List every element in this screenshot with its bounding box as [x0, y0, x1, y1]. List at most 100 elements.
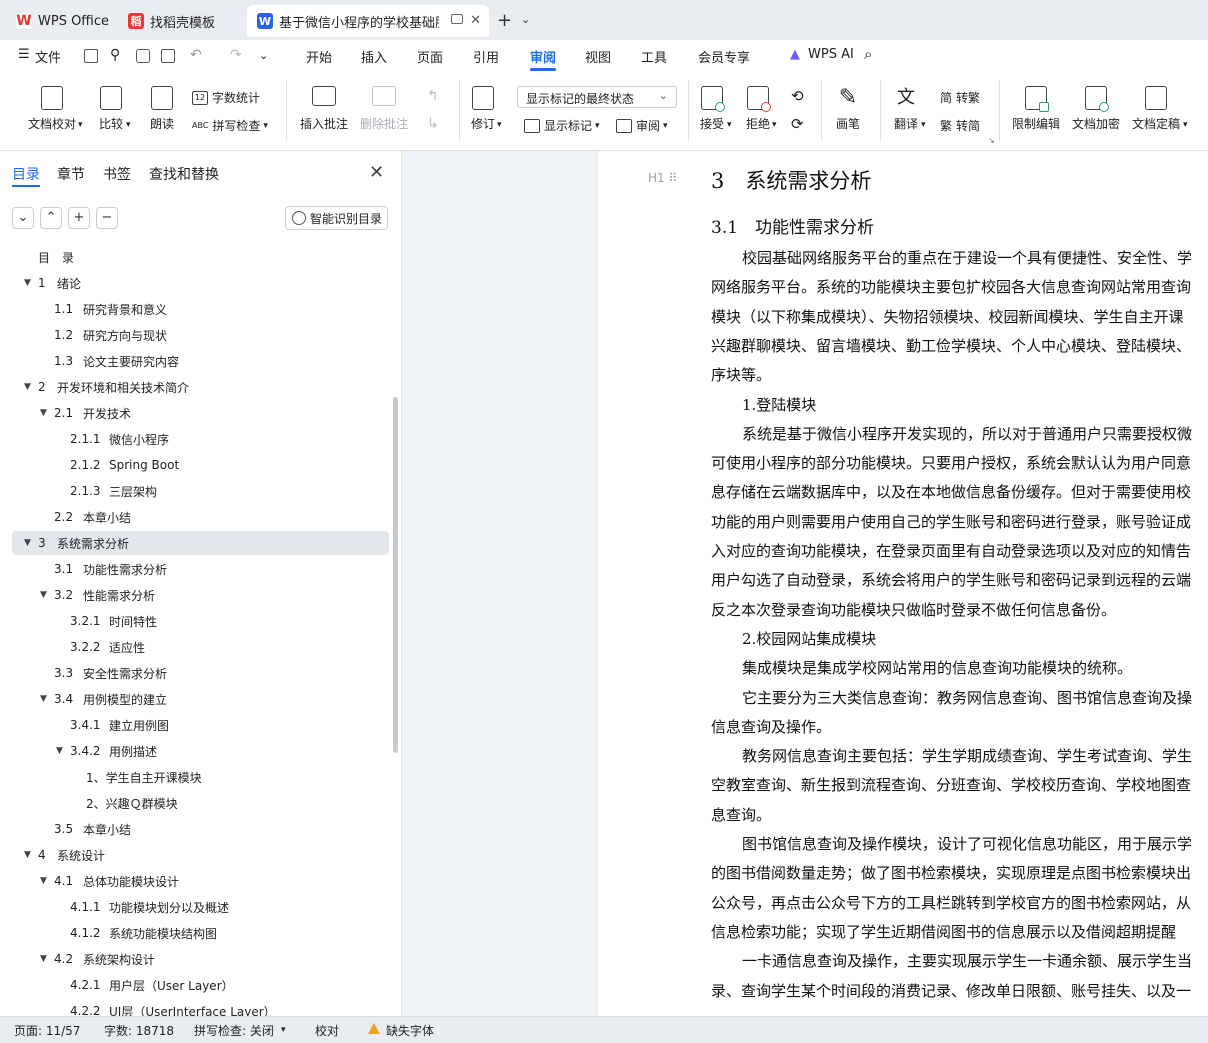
search-icon[interactable]: ⌕: [864, 45, 872, 63]
toc-item[interactable]: ▼ 1 绪论: [12, 271, 389, 295]
tab-wps-office[interactable]: W WPS Office: [6, 5, 114, 37]
delete-comment-button[interactable]: 删除批注: [360, 86, 408, 132]
doc-proofread-button[interactable]: 文档校对: [28, 86, 76, 132]
toc-item[interactable]: 4.2.1 用户层（User Layer）: [12, 973, 389, 997]
chevron-down-icon[interactable]: ▾: [595, 121, 600, 131]
menu-review[interactable]: 审阅: [530, 47, 556, 66]
expand-arrow-icon[interactable]: ▼: [24, 850, 31, 860]
previous-comment-icon[interactable]: ↰: [427, 88, 439, 104]
menu-member[interactable]: 会员专享: [698, 47, 750, 66]
toc-item[interactable]: 2、兴趣Ｑ群模块: [12, 791, 389, 815]
monitor-icon[interactable]: [451, 14, 463, 24]
show-markup-button[interactable]: 显示标记 ▾: [524, 117, 600, 134]
next-change-icon[interactable]: ⟳: [791, 115, 804, 133]
encrypt-button[interactable]: 文档加密: [1072, 86, 1120, 132]
toc-item[interactable]: 3.3 安全性需求分析: [12, 661, 389, 685]
chevron-down-icon[interactable]: ⌄: [521, 13, 530, 26]
toc-item[interactable]: ▼ 2.1 开发技术: [12, 401, 389, 425]
expand-arrow-icon[interactable]: ▼: [40, 408, 47, 418]
finalize-button[interactable]: 文档定稿: [1132, 86, 1180, 132]
quick-access-more-icon[interactable]: ⌄: [259, 49, 268, 62]
menu-view[interactable]: 视图: [585, 47, 611, 66]
tab-bookmarks[interactable]: 书签: [103, 164, 131, 184]
spell-check-status[interactable]: 拼写检查: 关闭: [194, 1022, 274, 1039]
translate-button[interactable]: 文 翻译: [894, 86, 918, 132]
toc-item[interactable]: ▼ 4.1 总体功能模块设计: [12, 869, 389, 893]
menu-wps-ai[interactable]: WPS AI: [808, 47, 854, 62]
toc-item[interactable]: 3.1 功能性需求分析: [12, 557, 389, 581]
restrict-edit-button[interactable]: 限制编辑: [1012, 86, 1060, 132]
toc-item[interactable]: 3.2.1 时间特性: [12, 609, 389, 633]
add-heading-icon[interactable]: +: [68, 207, 90, 229]
to-traditional-button[interactable]: 简 转繁: [940, 89, 980, 106]
menu-home[interactable]: 开始: [306, 47, 332, 66]
print-icon[interactable]: [136, 49, 150, 63]
chevron-down-icon[interactable]: ▾: [497, 120, 502, 130]
tab-find-replace[interactable]: 查找和替换: [149, 164, 219, 184]
print-preview-icon[interactable]: [161, 49, 175, 63]
share-icon[interactable]: ⚲: [110, 47, 120, 63]
page-indicator[interactable]: 页面: 11/57: [14, 1022, 80, 1039]
review-pane-button[interactable]: 审阅 ▾: [616, 117, 668, 134]
collapse-down-icon[interactable]: ⌄: [12, 207, 34, 229]
toc-item[interactable]: ▼ 3.4 用例模型的建立: [12, 687, 389, 711]
markup-state-select[interactable]: 显示标记的最终状态 ⌄: [517, 86, 677, 108]
word-count-status[interactable]: 字数: 18718: [104, 1022, 174, 1039]
chevron-down-icon[interactable]: ▾: [663, 121, 668, 131]
menu-insert[interactable]: 插入: [361, 47, 387, 66]
toc-item[interactable]: 2.1.1 微信小程序: [12, 427, 389, 451]
save-icon[interactable]: [84, 49, 98, 63]
redo-icon[interactable]: ↷: [230, 47, 242, 63]
toc-item[interactable]: 2.1.3 三层架构: [12, 479, 389, 503]
toc-item[interactable]: 3.5 本章小结: [12, 817, 389, 841]
next-comment-icon[interactable]: ↳: [427, 116, 439, 132]
expand-arrow-icon[interactable]: ▼: [24, 538, 31, 548]
toc-item[interactable]: ▼ 3.4.2 用例描述: [12, 739, 389, 763]
expand-arrow-icon[interactable]: ▼: [40, 954, 47, 964]
hamburger-icon[interactable]: ☰: [18, 47, 30, 62]
missing-font-status[interactable]: 缺失字体: [386, 1022, 434, 1039]
close-tab-icon[interactable]: ✕: [470, 13, 481, 28]
word-count-button[interactable]: 12 字数统计: [192, 89, 260, 106]
undo-icon[interactable]: ↶: [190, 47, 202, 63]
toc-item[interactable]: 1.1 研究背景和意义: [12, 297, 389, 321]
track-changes-button[interactable]: 修订: [471, 86, 495, 132]
spell-check-button[interactable]: ABC 拼写检查 ▾: [192, 117, 268, 134]
smart-toc-button[interactable]: 智能识别目录: [285, 206, 388, 230]
toc-scrollbar[interactable]: [393, 397, 398, 753]
toc-item[interactable]: ▼ 4.2 系统架构设计: [12, 947, 389, 971]
toc-item[interactable]: 3.2.2 适应性: [12, 635, 389, 659]
menu-tools[interactable]: 工具: [641, 47, 667, 66]
heading-drag-handle-icon[interactable]: H1 ⠿: [648, 171, 677, 185]
expand-arrow-icon[interactable]: ▼: [24, 278, 31, 288]
toc-item[interactable]: 1、学生自主开课模块: [12, 765, 389, 789]
toc-item[interactable]: 2.1.2 Spring Boot: [12, 453, 389, 477]
menu-references[interactable]: 引用: [473, 47, 499, 66]
read-aloud-button[interactable]: 朗读: [150, 86, 174, 132]
toc-item[interactable]: ▼ 2 开发环境和相关技术简介: [12, 375, 389, 399]
toc-item[interactable]: ▼ 3.2 性能需求分析: [12, 583, 389, 607]
pen-button[interactable]: ✎ 画笔: [836, 86, 860, 132]
tab-document[interactable]: W 基于微信小程序的学校基础服务 ✕: [247, 5, 489, 37]
insert-comment-button[interactable]: 插入批注: [300, 86, 348, 132]
expand-up-icon[interactable]: ⌃: [40, 207, 62, 229]
toc-item[interactable]: 2.2 本章小结: [12, 505, 389, 529]
close-icon[interactable]: ✕: [369, 162, 384, 183]
remove-heading-icon[interactable]: −: [96, 207, 118, 229]
toc-item[interactable]: 4.2.2 UI层（UserInterface Layer）: [12, 999, 389, 1016]
menu-page[interactable]: 页面: [417, 47, 443, 66]
toc-item[interactable]: 1.2 研究方向与现状: [12, 323, 389, 347]
expand-arrow-icon[interactable]: ▼: [40, 694, 47, 704]
menu-file[interactable]: 文件: [35, 47, 61, 66]
to-simplified-button[interactable]: 繁 转简: [940, 117, 980, 134]
expand-arrow-icon[interactable]: ▼: [40, 590, 47, 600]
expand-arrow-icon[interactable]: ▼: [56, 746, 63, 756]
proofread-status[interactable]: 校对: [315, 1022, 339, 1039]
toc-item[interactable]: 4.1.2 系统功能模块结构图: [12, 921, 389, 945]
tab-docer-templates[interactable]: 稻 找稻壳模板: [118, 5, 242, 37]
chevron-down-icon[interactable]: ▾: [1183, 120, 1188, 130]
chevron-down-icon[interactable]: ▾: [727, 120, 732, 130]
previous-change-icon[interactable]: ⟲: [791, 87, 804, 105]
chevron-down-icon[interactable]: ▾: [281, 1025, 286, 1035]
toc-item[interactable]: 4.1.1 功能模块划分以及概述: [12, 895, 389, 919]
